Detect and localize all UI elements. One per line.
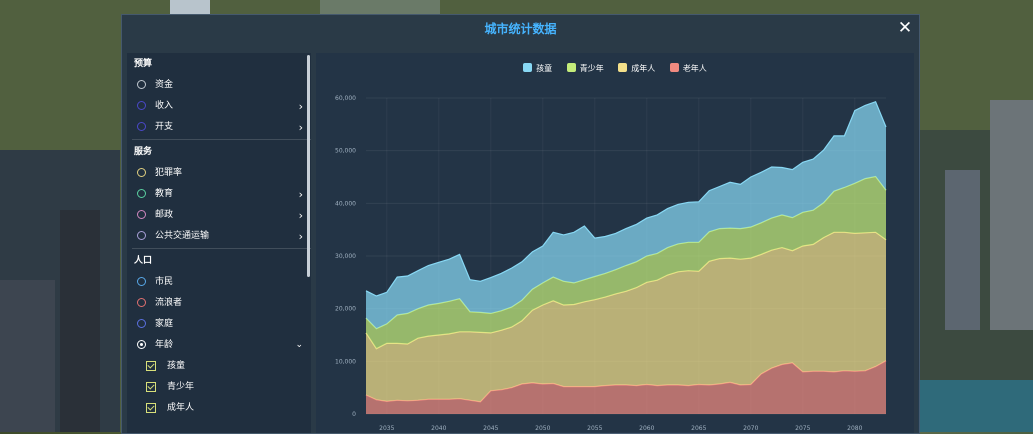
- checkbox-checked-icon[interactable]: [146, 403, 156, 413]
- sidebar-item-label: 市民: [155, 277, 174, 287]
- sidebar-section-population: 人口 市民 流浪者 家庭 年龄 ⌄ 孩童 青少年 成年人: [127, 250, 311, 419]
- age-filter-adults[interactable]: 成年人: [127, 398, 311, 419]
- sidebar-item-education[interactable]: 教育 ›: [127, 184, 311, 205]
- chevron-right-icon: ›: [298, 100, 303, 113]
- age-filter-label: 青少年: [167, 382, 195, 392]
- x-tick-label: 2045: [483, 425, 498, 432]
- chevron-down-icon: ⌄: [295, 340, 303, 350]
- radio-icon: [137, 298, 146, 307]
- sidebar-item-label: 犯罪率: [155, 168, 183, 178]
- sidebar-item-households[interactable]: 家庭: [127, 314, 311, 335]
- chevron-right-icon: ›: [298, 188, 303, 201]
- sidebar-item-label: 年龄: [155, 340, 174, 350]
- x-tick-label: 2070: [743, 425, 758, 432]
- sidebar-item-funds[interactable]: 资金: [127, 75, 311, 96]
- divider: [132, 139, 311, 140]
- radio-icon: [137, 277, 146, 286]
- section-title-population: 人口: [134, 256, 153, 266]
- radio-icon: [137, 231, 146, 240]
- age-filter-label: 成年人: [167, 403, 195, 413]
- age-filter-teens[interactable]: 青少年: [127, 377, 311, 398]
- sidebar-scrollbar[interactable]: [307, 55, 310, 277]
- y-tick-label: 50,000: [335, 148, 356, 155]
- x-tick-label: 2040: [431, 425, 446, 432]
- window-title: 城市统计数据: [484, 22, 557, 36]
- checkbox-checked-icon[interactable]: [146, 382, 156, 392]
- chevron-right-icon: ›: [298, 230, 303, 243]
- x-tick-label: 2080: [847, 425, 862, 432]
- sidebar-item-label: 资金: [155, 80, 174, 90]
- radio-icon: [137, 210, 146, 219]
- radio-icon: [137, 80, 146, 89]
- close-icon[interactable]: ✕: [895, 18, 915, 38]
- radio-icon: [137, 189, 146, 198]
- sidebar-item-label: 收入: [155, 101, 174, 111]
- sidebar-item-expenses[interactable]: 开支 ›: [127, 117, 311, 138]
- y-tick-label: 10,000: [335, 358, 356, 365]
- divider: [132, 248, 311, 249]
- population-age-chart: 孩童 青少年 成年人 老年人 0 10,000 20,000 30,000 40,000…: [316, 53, 914, 433]
- radio-icon: [137, 101, 146, 110]
- sidebar-item-homeless[interactable]: 流浪者: [127, 293, 311, 314]
- x-tick-label: 2075: [795, 425, 810, 432]
- sidebar-item-public-transport[interactable]: 公共交通运输 ›: [127, 226, 311, 247]
- sidebar-item-label: 邮政: [155, 210, 174, 220]
- x-tick-label: 2060: [639, 425, 654, 432]
- city-statistics-window: 城市统计数据 ✕ 预算 资金 收入 › 开支 › 服务 犯罪率 教育 › 邮政 …: [121, 14, 920, 434]
- radio-icon: [137, 122, 146, 131]
- y-tick-label: 30,000: [335, 253, 356, 260]
- radio-selected-icon: [137, 340, 146, 349]
- sidebar-item-income[interactable]: 收入 ›: [127, 96, 311, 117]
- sidebar-item-citizens[interactable]: 市民: [127, 272, 311, 293]
- sidebar-item-label: 家庭: [155, 319, 174, 329]
- x-tick-label: 2065: [691, 425, 706, 432]
- y-tick-label: 60,000: [335, 95, 356, 102]
- y-tick-label: 40,000: [335, 200, 356, 207]
- sidebar-item-label: 公共交通运输: [155, 231, 210, 241]
- y-tick-label: 20,000: [335, 306, 356, 313]
- sidebar-item-postal[interactable]: 邮政 ›: [127, 205, 311, 226]
- statistics-sidebar: 预算 资金 收入 › 开支 › 服务 犯罪率 教育 › 邮政 › 公共交通运输 …: [127, 53, 311, 433]
- chevron-right-icon: ›: [298, 209, 303, 222]
- sidebar-item-label: 流浪者: [155, 298, 183, 308]
- x-tick-label: 2055: [587, 425, 602, 432]
- y-tick-label: 0: [352, 411, 356, 418]
- sidebar-item-age[interactable]: 年龄 ⌄: [127, 335, 311, 356]
- radio-icon: [137, 168, 146, 177]
- section-title-services: 服务: [134, 147, 153, 157]
- chevron-right-icon: ›: [298, 121, 303, 134]
- age-filter-children[interactable]: 孩童: [127, 356, 311, 377]
- checkbox-checked-icon[interactable]: [146, 361, 156, 371]
- chart-plot: 0 10,000 20,000 30,000 40,000 50,000 60,000 203…: [335, 95, 887, 432]
- radio-icon: [137, 319, 146, 328]
- section-title-budget: 预算: [134, 59, 153, 69]
- x-tick-label: 2050: [535, 425, 550, 432]
- sidebar-section-budget: 预算 资金 收入 › 开支 ›: [127, 53, 311, 138]
- x-tick-label: 2035: [379, 425, 394, 432]
- sidebar-item-label: 开支: [155, 122, 174, 132]
- sidebar-item-crime-rate[interactable]: 犯罪率: [127, 163, 311, 184]
- sidebar-item-label: 教育: [155, 189, 174, 199]
- age-filter-label: 孩童: [167, 361, 186, 371]
- sidebar-section-services: 服务 犯罪率 教育 › 邮政 › 公共交通运输 ›: [127, 141, 311, 247]
